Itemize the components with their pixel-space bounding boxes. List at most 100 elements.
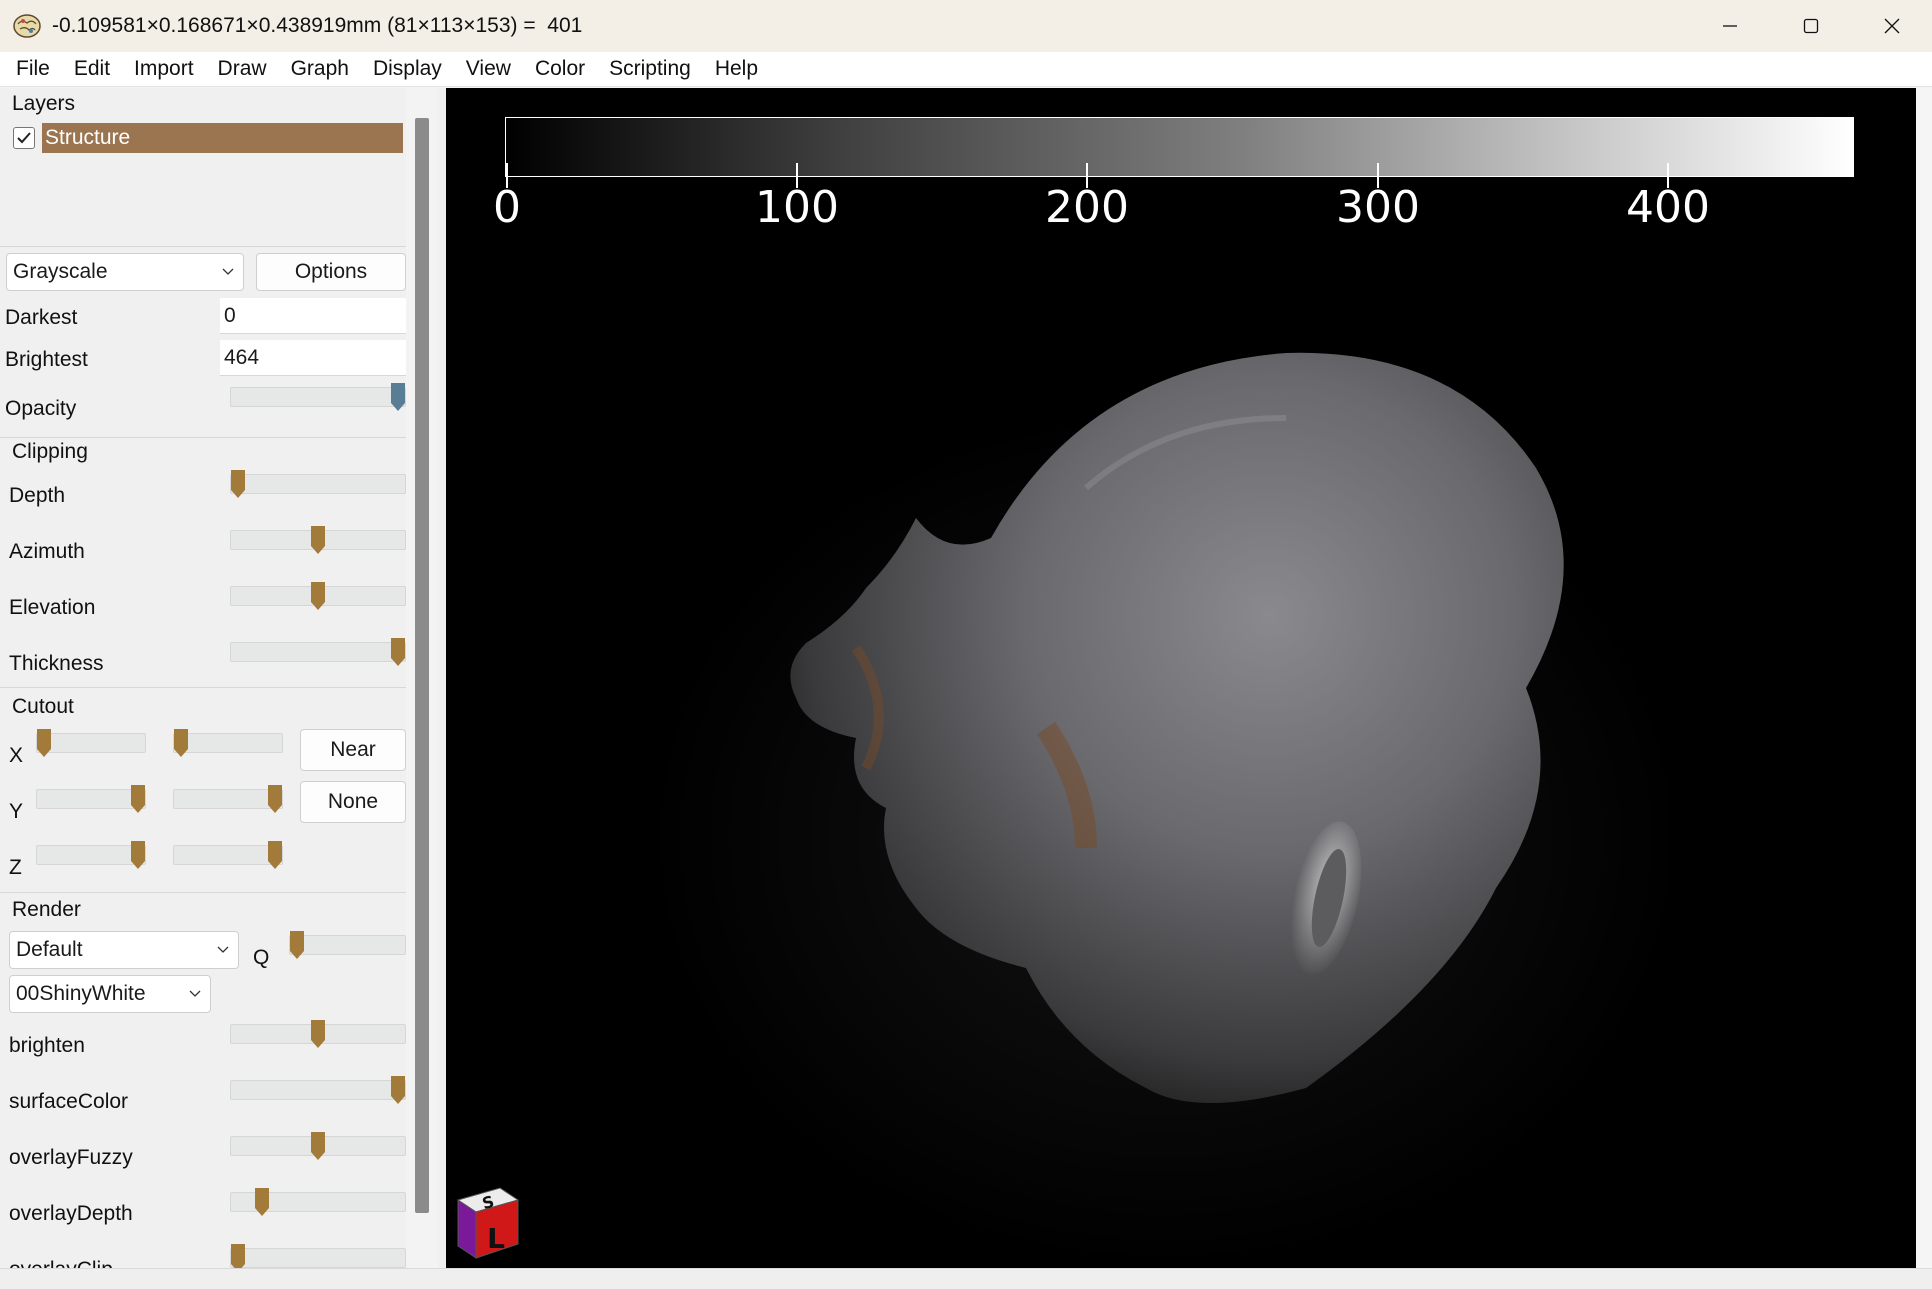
surfacecolor-label: surfaceColor [9, 1090, 129, 1113]
app-brain-icon [13, 14, 41, 38]
azimuth-label: Azimuth [9, 540, 85, 563]
maximize-button[interactable] [1770, 0, 1851, 52]
shader-select[interactable]: 00ShinyWhite [9, 975, 211, 1013]
cube-front-label: L [487, 1222, 505, 1255]
render-viewport[interactable]: 0 100 200 300 400 S L [446, 88, 1916, 1268]
chevron-down-icon [222, 268, 234, 275]
overlayclip-slider[interactable] [230, 1244, 406, 1268]
menu-display[interactable]: Display [361, 57, 454, 81]
thickness-slider[interactable] [230, 638, 406, 666]
options-button[interactable]: Options [256, 253, 406, 291]
panel-splitter[interactable] [438, 88, 446, 1268]
render-heading: Render [12, 898, 81, 921]
slider-thumb[interactable] [311, 582, 325, 610]
menu-bar: File Edit Import Draw Graph Display View… [0, 52, 1932, 87]
slider-thumb[interactable] [131, 785, 145, 813]
status-strip [0, 1268, 1932, 1289]
volume-rendering [646, 352, 1686, 1268]
slider-thumb[interactable] [174, 729, 188, 757]
slider-thumb[interactable] [131, 841, 145, 869]
render-mode-value: Default [16, 938, 83, 961]
divider [0, 246, 406, 247]
slider-thumb[interactable] [231, 470, 245, 498]
cutout-z-label: Z [9, 856, 22, 879]
slider-thumb[interactable] [268, 785, 282, 813]
slider-thumb[interactable] [290, 931, 304, 959]
near-button[interactable]: Near [300, 729, 406, 771]
slider-thumb[interactable] [391, 1076, 405, 1104]
cutout-z-high-slider[interactable] [173, 841, 283, 869]
menu-color[interactable]: Color [523, 57, 597, 81]
colormap-select[interactable]: Grayscale [6, 253, 244, 291]
elevation-slider[interactable] [230, 582, 406, 610]
quality-label: Q [253, 946, 270, 969]
orientation-cube: S L [456, 1187, 520, 1259]
render-mode-select[interactable]: Default [9, 931, 239, 969]
cutout-heading: Cutout [12, 695, 74, 718]
cutout-y-high-slider[interactable] [173, 785, 283, 813]
cutout-z-low-slider[interactable] [36, 841, 146, 869]
layer-name[interactable]: Structure [42, 123, 403, 153]
layer-visible-checkbox[interactable] [13, 127, 35, 149]
overlaydepth-label: overlayDepth [9, 1202, 133, 1225]
chevron-down-icon [189, 990, 201, 997]
control-panel: Layers Structure Grayscale Options Darke… [0, 88, 406, 1268]
slider-thumb[interactable] [311, 526, 325, 554]
title-bar: -0.109581×0.168671×0.438919mm (81×113×15… [0, 0, 1932, 52]
thickness-label: Thickness [9, 652, 104, 675]
elevation-label: Elevation [9, 596, 96, 619]
minimize-icon [1722, 25, 1737, 27]
close-button[interactable] [1851, 0, 1932, 52]
menu-scripting[interactable]: Scripting [597, 57, 703, 81]
overlayfuzzy-label: overlayFuzzy [9, 1146, 133, 1169]
window-controls [1689, 0, 1932, 52]
opacity-slider[interactable] [230, 383, 406, 411]
slider-thumb[interactable] [391, 638, 405, 666]
menu-help[interactable]: Help [703, 57, 770, 81]
overlayfuzzy-slider[interactable] [230, 1132, 406, 1160]
slider-thumb[interactable] [255, 1188, 269, 1216]
chevron-down-icon [217, 946, 229, 953]
none-button[interactable]: None [300, 781, 406, 823]
menu-graph[interactable]: Graph [279, 57, 361, 81]
menu-import[interactable]: Import [122, 57, 206, 81]
azimuth-slider[interactable] [230, 526, 406, 554]
colormap-value: Grayscale [13, 260, 108, 283]
brightest-label: Brightest [5, 348, 88, 371]
cutout-x-low-slider[interactable] [36, 729, 146, 757]
clipping-heading: Clipping [12, 440, 88, 463]
depth-slider[interactable] [230, 470, 406, 498]
darkest-field[interactable]: 0 [220, 298, 406, 334]
menu-draw[interactable]: Draw [206, 57, 279, 81]
darkest-label: Darkest [5, 306, 78, 329]
maximize-icon [1803, 18, 1818, 34]
right-edge-strip [1916, 88, 1932, 1268]
menu-edit[interactable]: Edit [62, 57, 122, 81]
minimize-button[interactable] [1689, 0, 1770, 52]
window-title: -0.109581×0.168671×0.438919mm (81×113×15… [52, 14, 583, 37]
cutout-y-low-slider[interactable] [36, 785, 146, 813]
cutout-x-high-slider[interactable] [173, 729, 283, 757]
quality-slider[interactable] [289, 931, 406, 959]
overlaydepth-slider[interactable] [230, 1188, 406, 1216]
panel-scrollbar[interactable] [415, 118, 429, 1213]
divider [0, 687, 406, 688]
divider [0, 437, 406, 438]
divider [0, 892, 406, 893]
slider-thumb[interactable] [311, 1132, 325, 1160]
slider-thumb[interactable] [37, 729, 51, 757]
close-icon [1884, 18, 1899, 34]
slider-thumb[interactable] [311, 1020, 325, 1048]
depth-label: Depth [9, 484, 66, 507]
surfacecolor-slider[interactable] [230, 1076, 406, 1104]
slider-thumb[interactable] [231, 1244, 245, 1268]
layer-item[interactable]: Structure [13, 123, 403, 153]
slider-thumb[interactable] [268, 841, 282, 869]
brighten-slider[interactable] [230, 1020, 406, 1048]
menu-view[interactable]: View [454, 57, 523, 81]
checkmark-icon [17, 132, 31, 144]
slider-thumb[interactable] [391, 383, 405, 411]
brightest-field[interactable]: 464 [220, 340, 406, 376]
cutout-x-label: X [9, 744, 24, 767]
menu-file[interactable]: File [4, 57, 62, 81]
